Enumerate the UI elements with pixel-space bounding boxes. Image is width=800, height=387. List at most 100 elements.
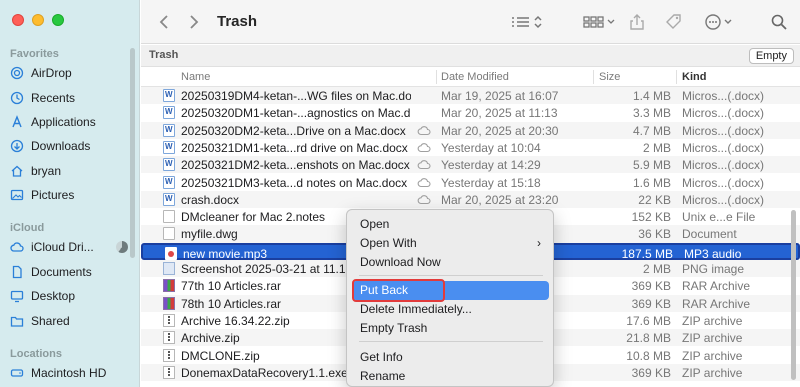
sidebar-item-label: Recents (31, 91, 76, 105)
share-button[interactable] (627, 10, 647, 34)
menu-item-rename[interactable]: Rename (352, 367, 549, 386)
table-row[interactable]: crash.docx Mar 20, 2025 at 23:20 22 KB Micr… (141, 190, 800, 209)
file-name: 20250320DM2-keta...Drive on a Mac.docx (181, 123, 406, 138)
tags-button[interactable] (663, 10, 685, 34)
menu-item-download-now[interactable]: Download Now (352, 253, 549, 272)
column-divider[interactable] (436, 70, 437, 84)
file-date-modified: Mar 20, 2025 at 23:20 (441, 192, 559, 207)
column-name[interactable]: Name (181, 71, 210, 83)
file-date-modified: Yesterday at 14:29 (441, 158, 541, 173)
minimize-window-button[interactable] (32, 14, 44, 26)
more-actions-button[interactable] (703, 10, 737, 34)
list-view-icon (510, 14, 544, 30)
share-icon (629, 13, 645, 31)
zip-archive-icon (163, 313, 175, 327)
cloud-download-icon[interactable] (417, 176, 431, 191)
sidebar-item-pictures[interactable]: Pictures (10, 184, 128, 206)
sidebar-item-macintosh-hd[interactable]: Macintosh HD (10, 362, 128, 384)
sidebar-item-downloads[interactable]: Downloads (10, 135, 128, 157)
menu-item-delete-immediately[interactable]: Delete Immediately... (352, 300, 549, 319)
file-kind: Micros...(.docx) (682, 175, 765, 190)
column-divider[interactable] (676, 70, 677, 84)
file-kind: Micros...(.docx) (682, 106, 765, 121)
file-name: 20250321DM3-keta...d notes on Mac.docx (181, 175, 408, 190)
menu-item-get-info[interactable]: Get Info (352, 348, 549, 367)
sidebar-item-label: bryan (31, 164, 62, 178)
word-document-icon (163, 192, 175, 206)
table-row[interactable]: 20250320DM1-ketan-...agnostics on Mac.do… (141, 104, 800, 121)
table-row[interactable]: 20250319DM4-ketan-...WG files on Mac.doc… (141, 87, 800, 105)
file-name: 20250319DM4-ketan-...WG files on Mac.doc… (181, 89, 411, 103)
forward-button[interactable] (185, 10, 203, 34)
applications-icon (10, 115, 24, 129)
zip-archive-icon (163, 331, 175, 345)
sidebar-scrollbar[interactable] (130, 48, 135, 258)
submenu-arrow-icon: › (537, 236, 541, 250)
sidebar: Favorites AirDrop Recents Applications D… (0, 0, 140, 387)
cloud-download-icon[interactable] (417, 158, 431, 173)
word-document-icon (163, 106, 175, 120)
menu-item-label: Empty Trash (360, 321, 428, 335)
column-header: Name Date Modified Size Kind (141, 67, 800, 87)
cloud-download-icon[interactable] (417, 124, 431, 139)
sidebar-item-airdrop[interactable]: AirDrop (10, 62, 128, 84)
empty-trash-button[interactable]: Empty (748, 48, 794, 64)
file-icon (163, 210, 175, 224)
column-date-modified[interactable]: Date Modified (441, 71, 509, 83)
shared-folder-icon (10, 314, 24, 328)
disk-icon (10, 366, 24, 380)
table-row[interactable]: 20250321DM2-keta...enshots on Mac.docx Ye… (141, 156, 800, 174)
table-row[interactable]: 20250321DM3-keta...d notes on Mac.docx Ye… (141, 174, 800, 191)
file-kind: Document (682, 227, 737, 242)
table-row[interactable]: 20250320DM2-keta...Drive on a Mac.docx Ma… (141, 121, 800, 139)
sidebar-item-recents[interactable]: Recents (10, 87, 128, 109)
zoom-window-button[interactable] (52, 14, 64, 26)
menu-item-empty-trash[interactable]: Empty Trash (352, 319, 549, 338)
column-divider[interactable] (593, 70, 594, 84)
file-date-modified: Mar 19, 2025 at 16:07 (441, 89, 559, 103)
file-icon (163, 227, 175, 241)
column-kind[interactable]: Kind (682, 71, 706, 83)
file-size: 22 KB (638, 192, 671, 207)
file-size: 36 KB (638, 227, 671, 242)
list-scrollbar[interactable] (791, 210, 796, 380)
file-kind: PNG image (682, 262, 745, 276)
sidebar-item-applications[interactable]: Applications (10, 111, 128, 133)
sidebar-item-label: Applications (31, 115, 96, 129)
cloud-download-icon[interactable] (417, 193, 431, 208)
sidebar-item-shared[interactable]: Shared (10, 310, 128, 332)
menu-item-open-with[interactable]: Open With › (352, 234, 549, 253)
column-size[interactable]: Size (599, 71, 620, 83)
download-icon (10, 139, 24, 153)
desktop-icon (10, 289, 24, 303)
menu-item-label: Open (360, 217, 390, 231)
file-kind: Micros...(.docx) (682, 140, 765, 155)
file-kind: Micros...(.docx) (682, 158, 765, 173)
search-icon (771, 14, 787, 30)
sidebar-item-documents[interactable]: Documents (10, 261, 128, 283)
sidebar-item-bryan[interactable]: bryan (10, 160, 128, 182)
file-kind: Micros...(.docx) (682, 89, 765, 103)
zip-archive-icon (163, 348, 175, 362)
sidebar-item-icloud-drive[interactable]: iCloud Dri... (10, 236, 128, 258)
group-options-button[interactable] (581, 10, 619, 34)
file-size: 369 KB (631, 279, 671, 294)
sidebar-item-desktop[interactable]: Desktop (10, 285, 128, 307)
home-icon (10, 164, 24, 178)
file-size: 152 KB (631, 210, 671, 225)
cloud-download-icon[interactable] (417, 141, 431, 156)
table-row[interactable]: 20250321DM1-keta...rd drive on Mac.docx Y… (141, 139, 800, 156)
ellipsis-circle-icon (704, 13, 736, 31)
close-window-button[interactable] (12, 14, 24, 26)
file-kind: RAR Archive (682, 279, 751, 294)
word-document-icon (163, 140, 175, 154)
search-button[interactable] (769, 10, 789, 34)
back-button[interactable] (155, 10, 173, 34)
file-size: 1.6 MB (632, 175, 671, 190)
file-size: 21.8 MB (626, 331, 671, 346)
chevron-right-icon (189, 14, 199, 30)
window-title: Trash (217, 13, 258, 30)
menu-item-open[interactable]: Open (352, 215, 549, 234)
file-name: 20250321DM1-keta...rd drive on Mac.docx (181, 140, 408, 155)
view-options-button[interactable] (509, 10, 545, 34)
